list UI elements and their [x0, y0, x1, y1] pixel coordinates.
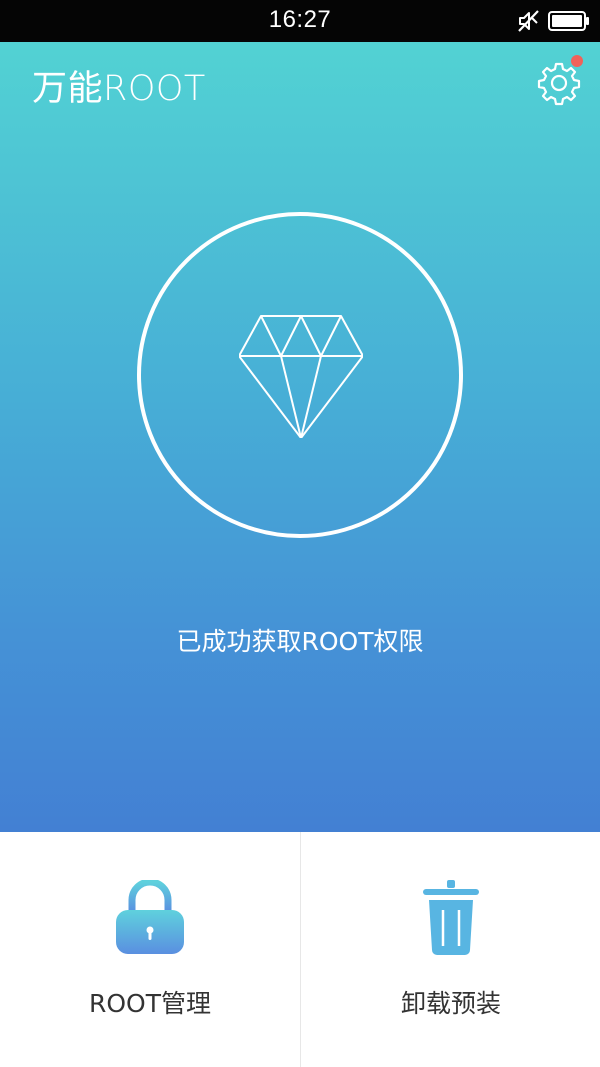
- status-bar: 16:27: [0, 0, 600, 42]
- mute-icon: [518, 10, 539, 32]
- settings-button[interactable]: [536, 55, 583, 106]
- battery-icon: [548, 11, 589, 31]
- root-status-message: 已成功获取ROOT权限: [176, 627, 424, 656]
- app-title: 万能ROOT: [32, 69, 206, 109]
- root-manage-button[interactable]: ROOT管理: [0, 832, 300, 1067]
- trash-icon: [423, 880, 479, 955]
- status-time: 16:27: [268, 6, 332, 33]
- diamond-icon: [239, 315, 363, 438]
- root-manage-label: ROOT管理: [89, 989, 211, 1018]
- uninstall-preinstalled-label: 卸载预装: [400, 989, 501, 1018]
- notification-dot: [571, 55, 583, 67]
- root-status-circle[interactable]: [137, 212, 463, 538]
- uninstall-preinstalled-button[interactable]: 卸载预装: [301, 832, 600, 1067]
- action-bar: ROOT管理 卸载预装: [0, 832, 600, 1067]
- lock-icon: [116, 880, 184, 954]
- hero-panel: 万能ROOT 已成功获取ROOT权限: [0, 42, 600, 832]
